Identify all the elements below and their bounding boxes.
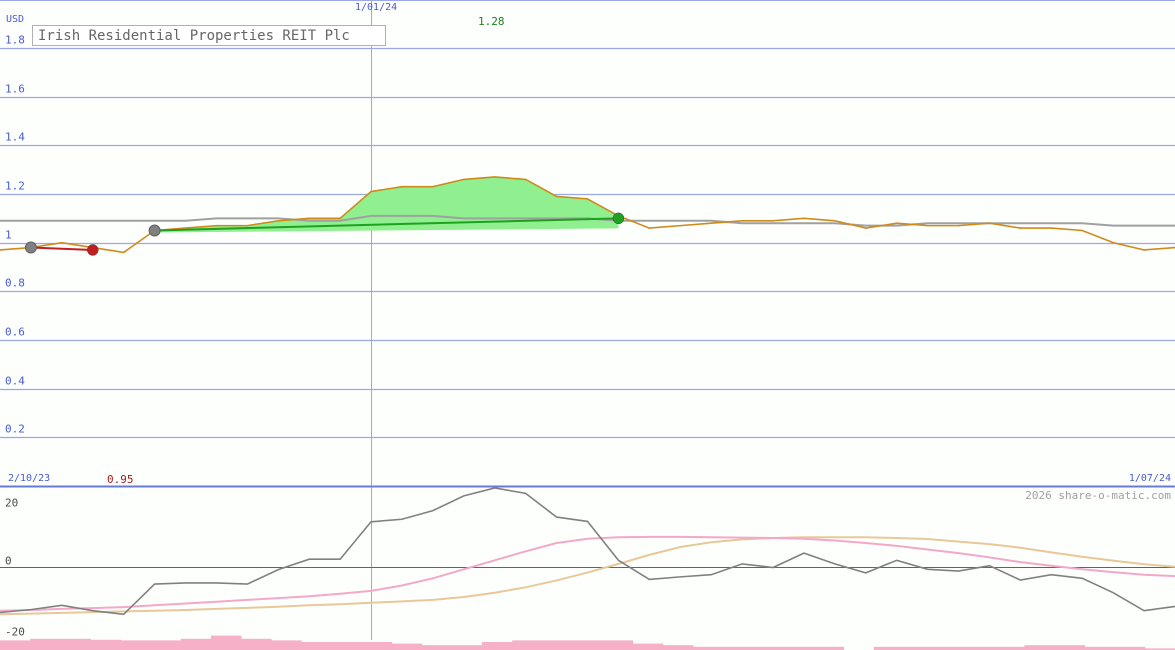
price-point: [1081, 229, 1084, 232]
volume-bar: [301, 642, 332, 650]
volume-bar: [0, 640, 31, 650]
price-point: [741, 219, 743, 222]
top-date-label: 1/01/24: [355, 2, 398, 13]
chart-svg: 0.2 0.4 0.6 0.8 1 1.2 1.4 1.6 1.8 20 0 -20: [0, 0, 1175, 650]
volume-bar: [482, 642, 513, 650]
volume-bar: [512, 640, 543, 650]
volume-bar: [1054, 645, 1086, 650]
high-label: 1.28: [478, 15, 505, 28]
price-point: [895, 222, 898, 224]
volume-bar: [451, 645, 483, 650]
price-point: [308, 217, 311, 220]
price-point: [524, 178, 527, 181]
volume-bar: [271, 640, 302, 650]
main-ytick-label: 1.6: [5, 83, 25, 96]
price-point: [432, 185, 434, 188]
osc-ytick-label: 20: [5, 497, 18, 510]
price-point: [1143, 249, 1145, 251]
price-point: [555, 195, 558, 198]
volume-bar: [30, 638, 61, 650]
currency-label: USD: [6, 14, 25, 25]
price-point: [679, 224, 682, 227]
price-point: [493, 176, 496, 178]
trade-exit-marker: [612, 212, 625, 225]
volume-bar: [150, 640, 182, 650]
main-ytick-label: 0.8: [5, 277, 25, 290]
price-point: [803, 217, 805, 220]
volume-bar: [331, 642, 363, 650]
chart-title: Irish Residential Properties REIT Plc: [32, 25, 386, 46]
main-ytick-label: 0.2: [5, 423, 25, 436]
copyright-label: 2026 share-o-matic.com: [1025, 489, 1171, 502]
price-point: [710, 222, 712, 224]
chart-stage: 0.2 0.4 0.6 0.8 1 1.2 1.4 1.6 1.8 20 0 -20 Irish Re…: [0, 0, 1175, 650]
volume-bar: [60, 638, 91, 650]
price-point: [1019, 227, 1022, 229]
price-point: [246, 224, 249, 227]
trade-entry-marker: [148, 224, 161, 237]
trade-entry-marker: [24, 241, 37, 254]
end-date-label: 1/07/24: [1128, 473, 1171, 484]
price-point: [834, 219, 836, 222]
osc_pink-series-line: [0, 535, 1175, 612]
price-point: [988, 222, 991, 224]
price-point: [772, 219, 774, 222]
volume-bar: [632, 643, 664, 650]
price-point: [370, 190, 372, 193]
volume-bar: [180, 638, 212, 650]
price-point: [339, 217, 341, 220]
volume-bar: [572, 640, 604, 650]
start-date-label: 2/10/23: [8, 473, 51, 484]
price-point: [1112, 241, 1114, 244]
oscillator-series-line: [0, 487, 1175, 616]
volume-bar: [542, 640, 573, 650]
volume-bar: [210, 635, 242, 650]
price-point: [926, 224, 929, 227]
trade-exit-marker: [87, 244, 99, 256]
volume-bar: [421, 645, 453, 650]
volume-bar: [120, 640, 152, 650]
osc-ytick-label: 0: [5, 555, 12, 568]
low-label: 0.95: [107, 473, 134, 486]
volume-bar: [1024, 645, 1055, 650]
volume-bar: [361, 642, 393, 650]
price-point: [122, 251, 125, 254]
osc_tan-series-line: [0, 536, 1175, 616]
osc-ytick-label: -20: [5, 626, 25, 639]
volume-bar: [90, 639, 122, 650]
price-point: [648, 227, 651, 229]
price-point: [463, 178, 465, 181]
price-point: [277, 219, 280, 222]
price-point: [864, 227, 867, 229]
main-ytick-label: 1.4: [5, 131, 25, 144]
main-ytick-label: 1: [5, 229, 12, 242]
price-point: [61, 241, 63, 244]
price-point: [1050, 227, 1053, 229]
main-ytick-label: 0.4: [5, 375, 25, 388]
price-point: [957, 224, 960, 227]
volume-bar: [241, 638, 272, 650]
main-ytick-label: 1.8: [5, 34, 25, 47]
main-ytick-label: 1.2: [5, 180, 25, 193]
main-ytick-label: 0.6: [5, 326, 25, 339]
price-point: [215, 224, 218, 227]
price-point: [586, 198, 589, 200]
volume-bar: [602, 640, 634, 650]
price-point: [184, 227, 187, 229]
volume-bar: [662, 645, 694, 650]
price-point: [401, 185, 403, 188]
volume-bar: [391, 643, 423, 650]
